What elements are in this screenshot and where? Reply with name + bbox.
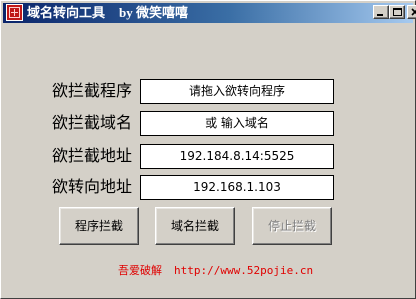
maximize-icon bbox=[393, 8, 402, 16]
redirect-address-field[interactable]: 192.168.1.103 bbox=[140, 175, 334, 200]
redirect-address-label: 欲转向地址 bbox=[52, 177, 133, 196]
intercept-program-label: 欲拦截程序 bbox=[52, 81, 133, 100]
close-button[interactable] bbox=[407, 5, 416, 19]
minimize-button[interactable] bbox=[373, 5, 389, 19]
window-title: 域名转向工具 by 微笑嘻嘻 bbox=[27, 5, 188, 22]
intercept-domain-label: 欲拦截域名 bbox=[52, 113, 133, 132]
title-label: 域名转向工具 bbox=[27, 6, 106, 21]
intercept-address-label: 欲拦截地址 bbox=[52, 146, 133, 165]
intercept-domain-field[interactable]: 或 输入域名 bbox=[140, 111, 334, 136]
intercept-program-button[interactable]: 程序拦截 bbox=[59, 207, 139, 245]
maximize-button[interactable] bbox=[389, 5, 405, 19]
intercept-address-field[interactable]: 192.184.8.14:5525 bbox=[140, 144, 334, 169]
title-bar[interactable]: 域名转向工具 by 微笑嘻嘻 bbox=[3, 3, 413, 23]
stop-intercept-button: 停止拦截 bbox=[252, 207, 332, 245]
site-url[interactable]: http://www.52pojie.cn bbox=[174, 264, 313, 277]
close-icon bbox=[411, 8, 416, 16]
intercept-domain-button[interactable]: 域名拦截 bbox=[155, 207, 235, 245]
author-label: by 微笑嘻嘻 bbox=[119, 5, 188, 20]
intercept-program-field[interactable]: 请拖入欲转向程序 bbox=[140, 79, 334, 104]
minimize-icon bbox=[377, 14, 383, 16]
app-window: 域名转向工具 by 微笑嘻嘻 欲拦截程序 请拖入欲转向程序 欲拦截域名 或 输入域… bbox=[0, 0, 416, 299]
app-icon[interactable] bbox=[6, 4, 23, 21]
site-name: 吾爱破解 bbox=[118, 264, 162, 277]
footer: 吾爱破解 http://www.52pojie.cn bbox=[118, 263, 313, 279]
